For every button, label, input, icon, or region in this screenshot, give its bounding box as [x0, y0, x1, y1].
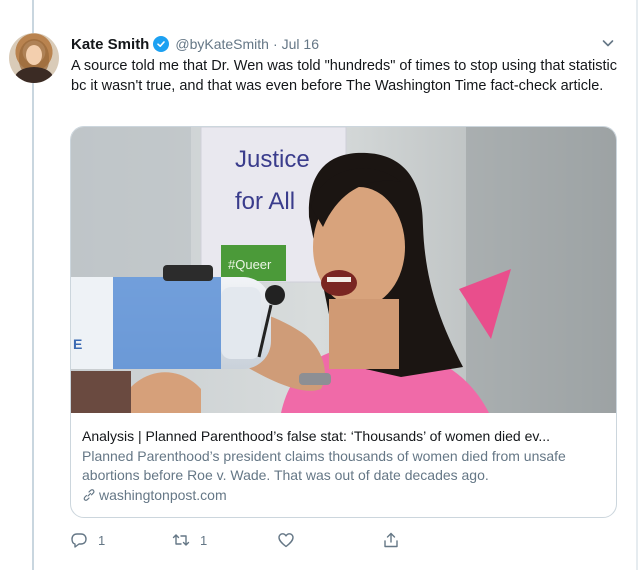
sign-text-tag: #Queer [228, 257, 272, 272]
card-domain-text: washingtonpost.com [99, 487, 227, 503]
card-title[interactable]: Analysis | Planned Parenthood’s false st… [82, 427, 607, 446]
sign-text-for-all: for All [235, 188, 295, 215]
tweet[interactable]: Kate Smith @byKateSmith · Jul 16 A sourc… [0, 0, 640, 570]
retweet-button[interactable]: 1 [172, 529, 207, 551]
author-name[interactable]: Kate Smith [71, 36, 149, 53]
link-icon [83, 489, 95, 501]
share-button[interactable] [382, 529, 400, 551]
tweet-text: A source told me that Dr. Wen was told "… [71, 58, 617, 94]
svg-text:E: E [73, 336, 82, 352]
link-card[interactable]: Justice for All #Queer E Analysis | Plan… [70, 126, 617, 518]
reply-count: 1 [98, 532, 106, 548]
sign-text-justice: Justice [235, 146, 310, 173]
card-domain[interactable]: washingtonpost.com [82, 487, 607, 503]
avatar-face [26, 45, 42, 65]
share-icon [384, 532, 398, 548]
avatar[interactable] [9, 33, 59, 83]
tweet-date[interactable]: Jul 16 [282, 36, 319, 52]
reply-icon [71, 533, 87, 548]
like-icon [278, 533, 294, 548]
retweet-icon [172, 534, 190, 546]
avatar-shoulders [15, 67, 53, 83]
tweet-actions: 1 1 [70, 529, 410, 551]
chevron-down-icon[interactable] [601, 36, 615, 50]
like-button[interactable] [277, 529, 305, 551]
reply-button[interactable]: 1 [70, 529, 105, 551]
verified-badge-icon [153, 36, 170, 52]
separator-dot: · [272, 36, 278, 52]
tweet-header: Kate Smith @byKateSmith · Jul 16 [71, 34, 319, 54]
card-description: Planned Parenthood’s president claims th… [82, 448, 566, 483]
card-text: Analysis | Planned Parenthood’s false st… [82, 427, 607, 503]
card-photo: Justice for All #Queer E [71, 127, 616, 413]
retweet-count: 1 [200, 532, 208, 548]
author-handle[interactable]: @byKateSmith [175, 36, 269, 52]
